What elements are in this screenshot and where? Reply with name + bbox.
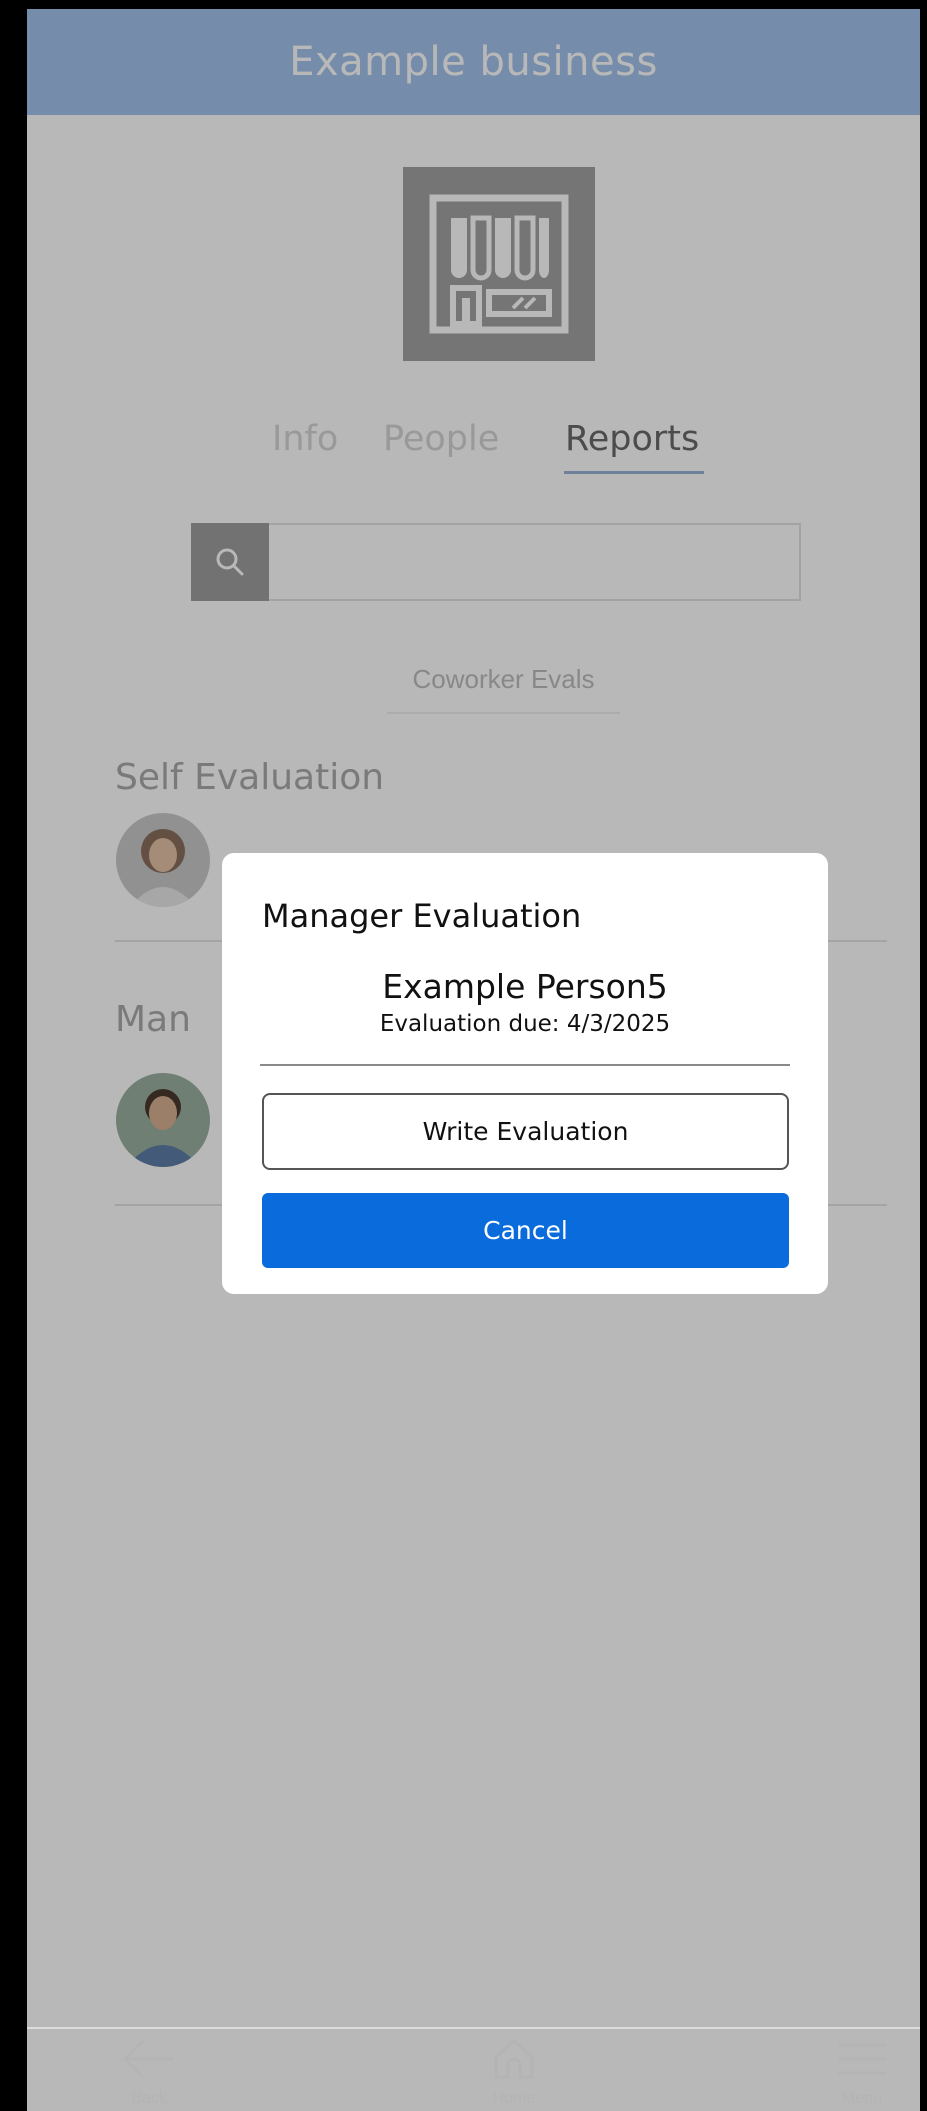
- manager-evaluation-dialog: Manager Evaluation Example Person5 Evalu…: [222, 853, 828, 1294]
- arrow-left-icon: [122, 2039, 173, 2079]
- write-evaluation-button[interactable]: Write Evaluation: [262, 1093, 789, 1170]
- nav-menu-label: Menu: [841, 2090, 883, 2107]
- app-screen: Example business Info People Reports Cow…: [27, 9, 920, 2111]
- nav-menu[interactable]: Menu: [802, 2037, 920, 2108]
- nav-back[interactable]: Back: [89, 2037, 209, 2108]
- nav-back-label: Back: [131, 2090, 167, 2107]
- dialog-divider: [260, 1064, 790, 1066]
- nav-home[interactable]: Home: [454, 2037, 574, 2108]
- hamburger-icon: [838, 2043, 886, 2075]
- cancel-button[interactable]: Cancel: [262, 1193, 789, 1268]
- nav-home-label: Home: [492, 2090, 536, 2107]
- home-icon: [494, 2039, 534, 2079]
- dialog-title: Manager Evaluation: [262, 897, 582, 935]
- dialog-person-name: Example Person5: [382, 967, 668, 1006]
- bottom-navigation: Back Home Menu: [27, 2027, 920, 2111]
- dialog-due-date: Evaluation due: 4/3/2025: [379, 1011, 671, 1037]
- device-frame: Example business Info People Reports Cow…: [0, 0, 927, 2111]
